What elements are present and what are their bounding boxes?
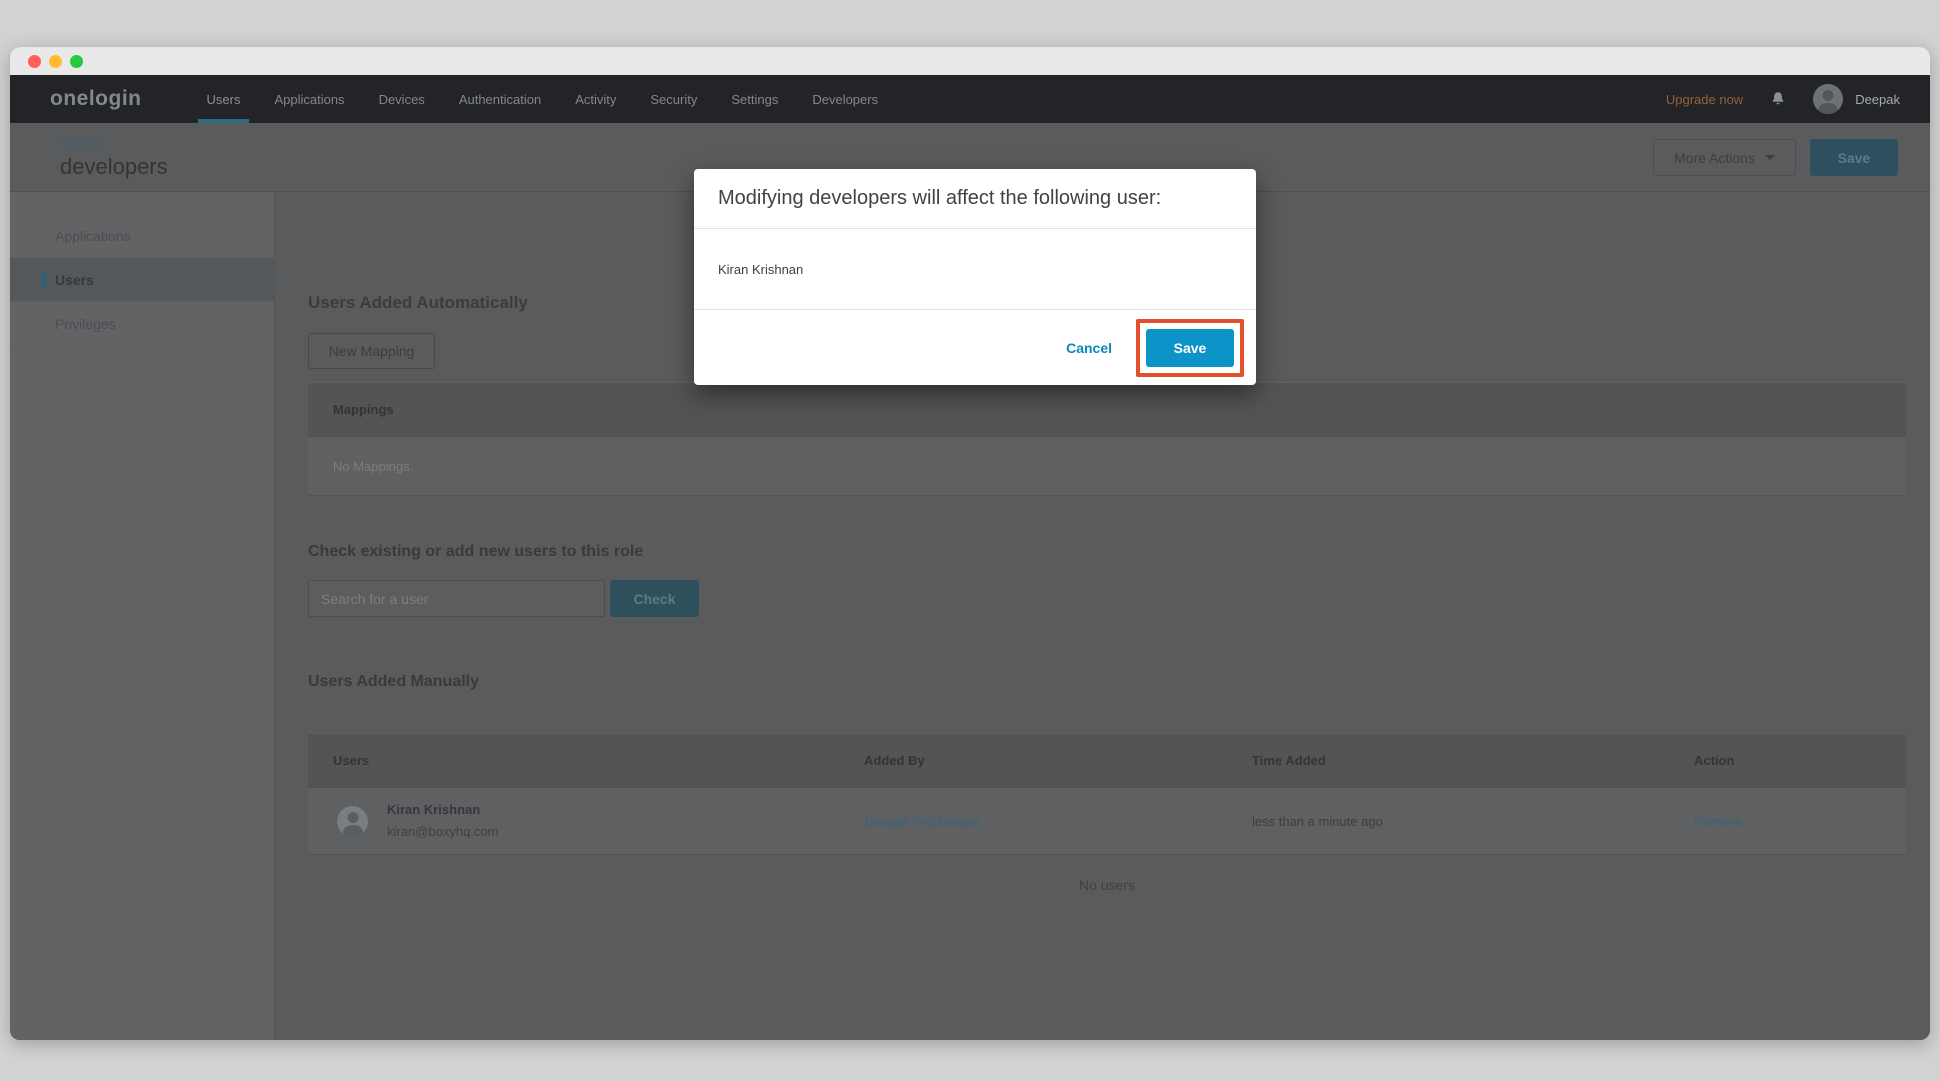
role-save-button[interactable]: Save xyxy=(1810,139,1898,176)
nav-item-security[interactable]: Security xyxy=(633,75,714,123)
more-actions-button[interactable]: More Actions xyxy=(1653,139,1796,176)
user-email: kiran@boxyhq.com xyxy=(387,823,498,841)
account-menu[interactable]: Deepak xyxy=(1813,84,1900,114)
modal-title: Modifying developers will affect the fol… xyxy=(694,169,1256,229)
table-row: Kiran Krishnan kiran@boxyhq.com Deepak P… xyxy=(308,788,1906,855)
mappings-empty-row: No Mappings. xyxy=(308,437,1906,496)
chevron-down-icon xyxy=(1765,155,1775,160)
added-by-link[interactable]: Deepak Prabhakara xyxy=(864,814,980,829)
user-cell: Kiran Krishnan kiran@boxyhq.com xyxy=(308,788,864,854)
nav-item-authentication[interactable]: Authentication xyxy=(442,75,558,123)
role-sidebar: Applications Users Privileges xyxy=(10,192,275,1040)
check-section-heading: Check existing or add new users to this … xyxy=(308,543,1906,561)
mappings-column-header: Mappings xyxy=(308,402,394,417)
new-mapping-button[interactable]: New Mapping xyxy=(308,333,435,369)
navbar-right: Upgrade now Deepak xyxy=(1666,75,1900,123)
column-header-users: Users xyxy=(308,753,864,768)
added-by-cell: Deepak Prabhakara xyxy=(864,788,1252,854)
user-full-name: Kiran Krishnan xyxy=(387,801,498,819)
sidebar-item-privileges[interactable]: Privileges xyxy=(10,302,274,346)
user-identity: Kiran Krishnan kiran@boxyhq.com xyxy=(387,801,498,841)
confirm-modal: Modifying developers will affect the fol… xyxy=(694,169,1256,385)
modal-cancel-button[interactable]: Cancel xyxy=(1066,340,1112,356)
manual-section-heading: Users Added Manually xyxy=(308,673,1906,691)
user-avatar xyxy=(1813,84,1843,114)
more-actions-label: More Actions xyxy=(1674,150,1755,166)
column-header-added-by: Added By xyxy=(864,753,1252,768)
minimize-window-button[interactable] xyxy=(49,55,62,68)
traffic-lights xyxy=(28,55,83,68)
breadcrumb-roles-link[interactable]: Roles / xyxy=(60,135,100,150)
manual-users-table: Users Added By Time Added Action Kiran K… xyxy=(308,733,1906,855)
modal-footer: Cancel Save xyxy=(694,310,1256,385)
sidebar-item-users[interactable]: Users xyxy=(10,258,274,302)
column-header-action: Action xyxy=(1694,753,1906,768)
user-name: Deepak xyxy=(1855,92,1900,107)
screen: onelogin Users Applications Devices Auth… xyxy=(0,0,1940,1081)
sidebar-item-applications[interactable]: Applications xyxy=(10,214,274,258)
top-navbar: onelogin Users Applications Devices Auth… xyxy=(10,75,1930,123)
mappings-table-header: Mappings xyxy=(308,382,1906,437)
user-search-row: Check xyxy=(308,580,1906,617)
modal-affected-user: Kiran Krishnan xyxy=(694,229,1256,310)
nav-item-devices[interactable]: Devices xyxy=(362,75,442,123)
nav-item-users[interactable]: Users xyxy=(190,75,258,123)
column-header-time-added: Time Added xyxy=(1252,753,1694,768)
check-user-button[interactable]: Check xyxy=(610,580,699,617)
maximize-window-button[interactable] xyxy=(70,55,83,68)
modal-save-button[interactable]: Save xyxy=(1146,329,1234,367)
notification-bell-icon[interactable] xyxy=(1769,90,1787,108)
onelogin-logo: onelogin xyxy=(50,87,142,111)
nav-item-applications[interactable]: Applications xyxy=(257,75,361,123)
action-cell: Remove xyxy=(1694,788,1906,854)
nav-item-developers[interactable]: Developers xyxy=(795,75,895,123)
header-actions: More Actions Save xyxy=(1653,139,1898,176)
search-user-input[interactable] xyxy=(308,580,605,617)
save-highlight-annotation: Save xyxy=(1136,319,1244,377)
close-window-button[interactable] xyxy=(28,55,41,68)
time-added-cell: less than a minute ago xyxy=(1252,788,1694,854)
nav-item-settings[interactable]: Settings xyxy=(714,75,795,123)
no-users-text: No users xyxy=(308,877,1906,893)
window-titlebar xyxy=(10,47,1930,75)
row-user-avatar xyxy=(337,806,368,837)
manual-users-table-header: Users Added By Time Added Action xyxy=(308,733,1906,788)
page-title: developers xyxy=(60,154,168,180)
remove-user-link[interactable]: Remove xyxy=(1694,814,1742,829)
nav-menu: Users Applications Devices Authenticatio… xyxy=(190,75,896,123)
upgrade-now-link[interactable]: Upgrade now xyxy=(1666,92,1743,107)
nav-item-activity[interactable]: Activity xyxy=(558,75,633,123)
mappings-table: Mappings No Mappings. xyxy=(308,382,1906,496)
